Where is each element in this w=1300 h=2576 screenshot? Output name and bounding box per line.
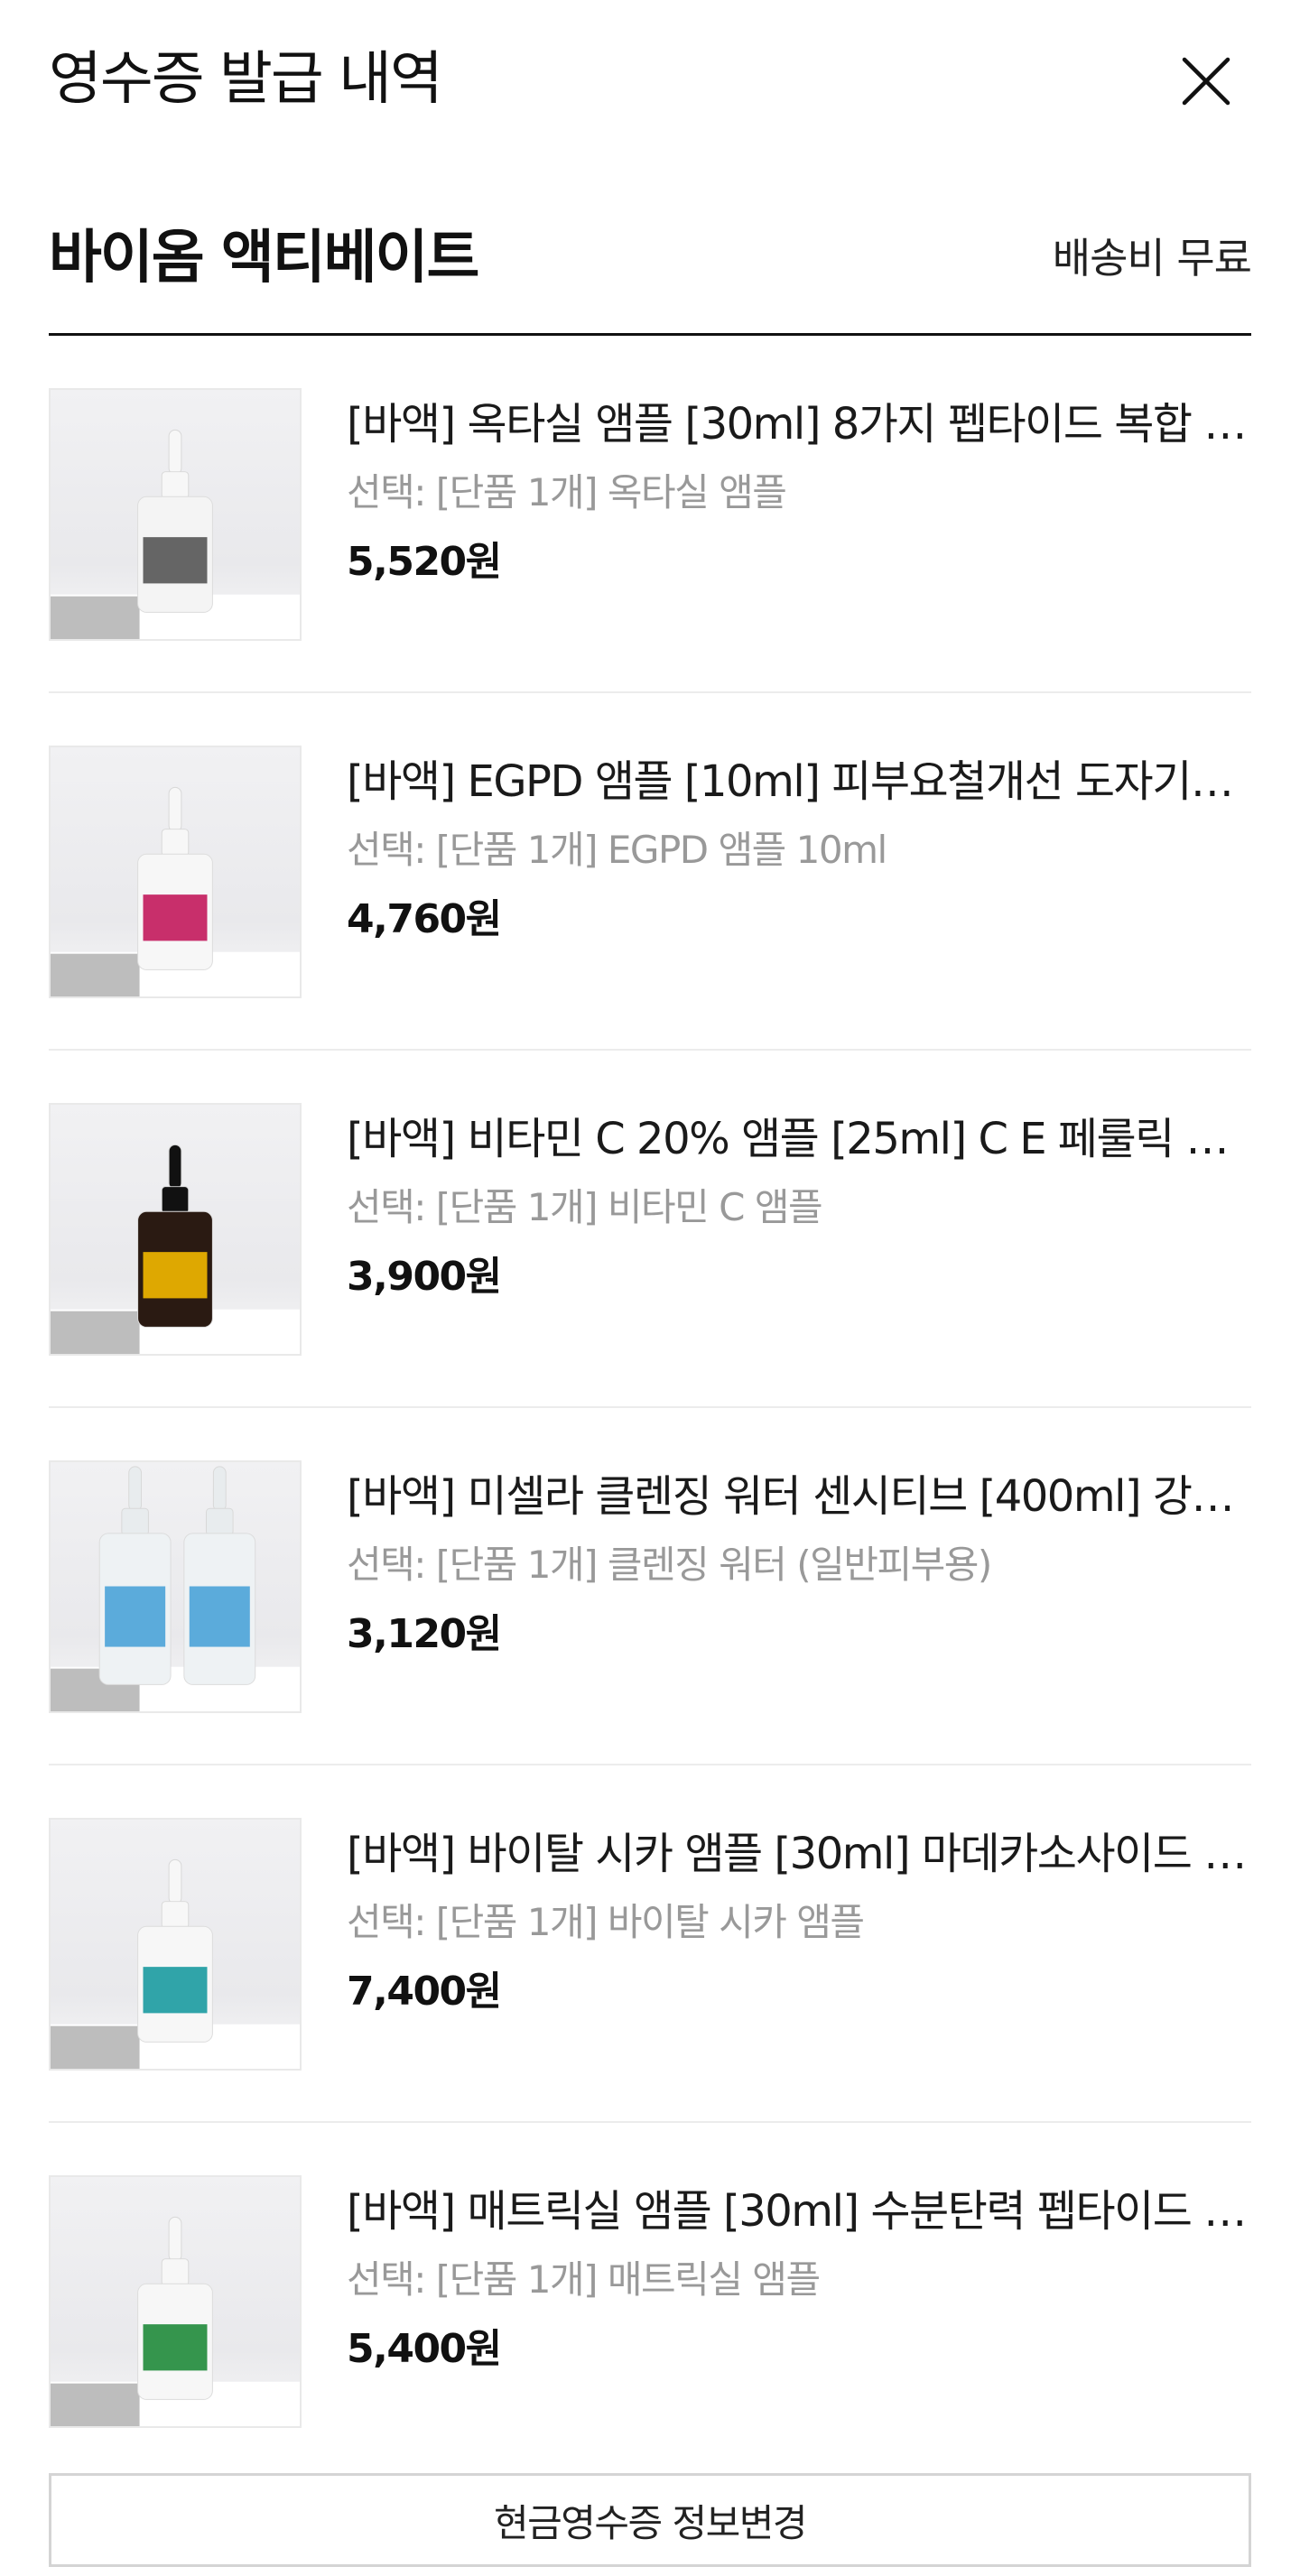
product-price: 3,120원: [347, 1611, 502, 1657]
product-option: 선택: [단품 1개] 바이탈 시카 앰플: [347, 1900, 865, 1944]
page-title: 영수증 발급 내역: [49, 46, 443, 113]
product-name[interactable]: [바액] 옥타실 앰플 [30ml] 8가지 펩타이드 복합 E...: [347, 395, 1251, 453]
seller-name: 바이옴 액티베이트: [49, 225, 479, 292]
list-item[interactable]: [바액] 매트릭실 앰플 [30ml] 수분탄력 펩타이드 매... 선택: […: [49, 2123, 1251, 2480]
product-option: 선택: [단품 1개] 옥타실 앰플: [347, 470, 787, 514]
product-price: 4,760원: [347, 896, 502, 942]
product-name[interactable]: [바액] 미셀라 클렌징 워터 센시티브 [400ml] 강력...: [347, 1468, 1251, 1525]
product-name[interactable]: [바액] 비타민 C 20% 앰플 [25ml] C E 페룰릭 글...: [347, 1110, 1251, 1168]
product-image: [51, 1858, 300, 2069]
product-image: [51, 2216, 300, 2426]
product-option: 선택: [단품 1개] 비타민 C 앰플: [347, 1185, 823, 1229]
product-price: 5,520원: [347, 539, 502, 585]
seller-header: 바이옴 액티베이트 배송비 무료: [49, 206, 1252, 336]
product-image: [51, 1144, 300, 1354]
list-item[interactable]: [바액] 옥타실 앰플 [30ml] 8가지 펩타이드 복합 E... 선택: …: [49, 336, 1251, 693]
cash-receipt-change-button[interactable]: 현금영수증 정보변경: [49, 2473, 1251, 2567]
product-thumbnail[interactable]: [49, 1103, 302, 1356]
product-image: [51, 1466, 300, 1711]
product-name[interactable]: [바액] 바이탈 시카 앰플 [30ml] 마데카소사이드 T...: [347, 1825, 1251, 1883]
product-price: 7,400원: [347, 1969, 502, 2015]
product-option: 선택: [단품 1개] EGPD 앰플 10ml: [347, 828, 887, 872]
product-image: [51, 429, 300, 639]
product-thumbnail[interactable]: [49, 1818, 302, 2071]
product-price: 3,900원: [347, 1254, 502, 1300]
product-thumbnail[interactable]: [49, 388, 302, 641]
list-item[interactable]: [바액] 비타민 C 20% 앰플 [25ml] C E 페룰릭 글... 선택…: [49, 1051, 1251, 1408]
close-icon: [1182, 57, 1230, 106]
list-item[interactable]: [바액] 바이탈 시카 앰플 [30ml] 마데카소사이드 T... 선택: […: [49, 1765, 1251, 2123]
receipt-item-list: [바액] 옥타실 앰플 [30ml] 8가지 펩타이드 복합 E... 선택: …: [49, 336, 1251, 2480]
product-name[interactable]: [바액] 매트릭실 앰플 [30ml] 수분탄력 펩타이드 매...: [347, 2182, 1251, 2240]
product-name[interactable]: [바액] EGPD 앰플 [10ml] 피부요철개선 도자기피...: [347, 753, 1251, 811]
shipping-fee: 배송비 무료: [1052, 234, 1252, 283]
header: 영수증 발급 내역: [0, 0, 1300, 162]
product-thumbnail[interactable]: [49, 1460, 302, 1713]
product-image: [51, 786, 300, 996]
product-option: 선택: [단품 1개] 매트릭실 앰플: [347, 2257, 821, 2302]
product-price: 5,400원: [347, 2326, 502, 2372]
product-thumbnail[interactable]: [49, 2175, 302, 2428]
close-button[interactable]: [1170, 45, 1242, 117]
product-thumbnail[interactable]: [49, 746, 302, 998]
list-item[interactable]: [바액] EGPD 앰플 [10ml] 피부요철개선 도자기피... 선택: […: [49, 693, 1251, 1051]
product-option: 선택: [단품 1개] 클렌징 워터 (일반피부용): [347, 1543, 992, 1587]
list-item[interactable]: [바액] 미셀라 클렌징 워터 센시티브 [400ml] 강력... 선택: […: [49, 1408, 1251, 1765]
